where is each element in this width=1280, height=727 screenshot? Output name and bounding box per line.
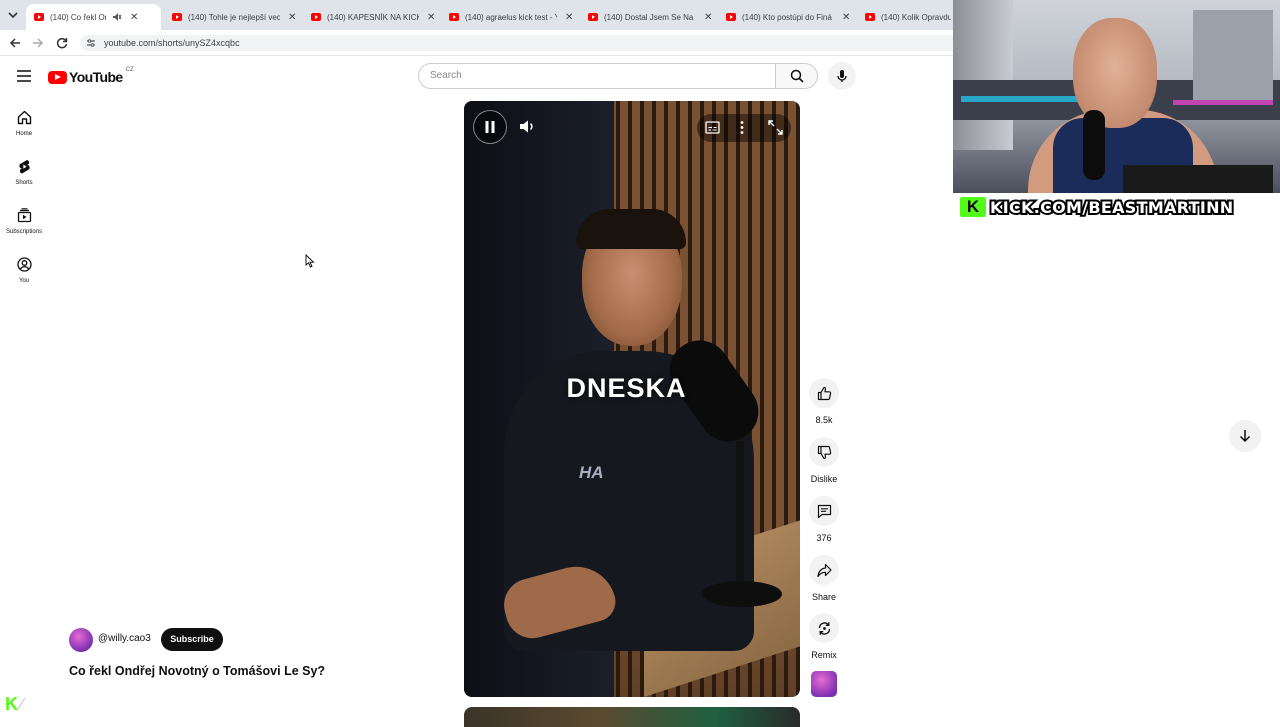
sidebar-item-label: You	[18, 278, 30, 284]
youtube-favicon-icon	[588, 13, 598, 21]
video-caption-overlay: DNESKA	[566, 373, 687, 403]
comment-count: 376	[816, 533, 832, 543]
tab-title: (140) agraelus kick test - Y	[465, 12, 557, 22]
pause-icon	[484, 120, 496, 134]
channel-name[interactable]: @willy.cao3	[98, 633, 151, 644]
kick-corner-badge: K ⁄	[5, 694, 23, 714]
microphone-icon	[836, 69, 848, 83]
kick-url: KICK.COM/BEASTMARTINN	[988, 196, 1235, 219]
tab-title: (140) KAPESNÍK NA KICKU	[327, 12, 419, 22]
country-code: CZ	[125, 67, 134, 73]
sidebar-item-shorts[interactable]: Shorts	[0, 159, 48, 186]
youtube-favicon-icon	[34, 13, 44, 21]
like-button[interactable]: 8.5k	[808, 378, 840, 425]
arrow-down-icon	[1238, 429, 1252, 443]
share-button[interactable]: Share	[808, 555, 840, 602]
channel-avatar[interactable]	[69, 628, 93, 652]
tab-audio-icon[interactable]	[112, 12, 122, 22]
kick-logo-icon: K	[960, 197, 986, 217]
tab-title: (140) Dostal Jsem Se Na S	[604, 12, 696, 22]
kick-badge-icon: K	[5, 694, 18, 714]
search-input[interactable]: Search	[418, 63, 776, 89]
sidebar-item-label: Home	[15, 131, 32, 137]
browser-tab[interactable]: (140) Co řekl Ondřej N ✕	[26, 4, 161, 30]
search-button[interactable]	[776, 63, 818, 89]
like-count: 8.5k	[815, 415, 833, 425]
tab-title: (140) Tohle je nejlepší vec	[188, 12, 280, 22]
fullscreen-icon[interactable]	[768, 120, 783, 135]
thumbs-down-icon	[817, 445, 832, 460]
captions-icon[interactable]	[705, 121, 720, 134]
comment-icon	[817, 504, 832, 519]
youtube-favicon-icon	[449, 13, 459, 21]
tab-close-icon[interactable]: ✕	[842, 12, 850, 23]
sidebar-item-label: Shorts	[15, 180, 33, 186]
url-field[interactable]: youtube.com/shorts/unySZ4xcqbc	[80, 35, 960, 51]
thumbs-up-icon	[817, 386, 832, 401]
youtube-favicon-icon	[172, 13, 182, 21]
tab-search-chevron-icon[interactable]	[6, 8, 20, 22]
comments-button[interactable]: 376	[808, 496, 840, 543]
short-video-player[interactable]: HA DNESKA	[464, 101, 800, 697]
tab-close-icon[interactable]: ✕	[704, 12, 712, 23]
browser-tab[interactable]: (140) KAPESNÍK NA KICKU ✕	[303, 4, 438, 30]
browser-tab[interactable]: (140) Kolik Opravdu V	[857, 4, 953, 30]
tab-title: (140) Kolik Opravdu V	[881, 12, 951, 22]
share-label: Share	[811, 592, 837, 602]
remix-label: Remix	[811, 650, 837, 660]
tab-close-icon[interactable]: ✕	[565, 12, 573, 23]
search-icon	[790, 69, 804, 83]
subscribe-button[interactable]: Subscribe	[161, 628, 223, 651]
back-arrow-icon[interactable]	[8, 36, 22, 50]
next-short-preview[interactable]	[464, 707, 800, 727]
forward-arrow-icon[interactable]	[31, 36, 45, 50]
tab-title: (140) Kto postúpi do Finá	[742, 12, 832, 22]
youtube-logo[interactable]: YouTube CZ	[48, 67, 134, 85]
kick-channel-banner: K KICK.COM/BEASTMARTINN	[960, 196, 1272, 219]
volume-button[interactable]	[519, 119, 536, 134]
tab-close-icon[interactable]: ✕	[130, 12, 138, 23]
remix-icon	[817, 621, 832, 636]
youtube-logo-text: YouTube	[69, 69, 123, 85]
subscriptions-icon	[17, 208, 32, 223]
browser-tab[interactable]: (140) agraelus kick test - Y ✕	[441, 4, 576, 30]
tab-close-icon[interactable]: ✕	[288, 12, 296, 23]
voice-search-button[interactable]	[828, 62, 856, 90]
youtube-logo-icon	[48, 70, 67, 84]
home-icon	[17, 110, 32, 125]
site-info-icon[interactable]	[86, 38, 96, 48]
browser-tab[interactable]: (140) Dostal Jsem Se Na S ✕	[580, 4, 715, 30]
you-icon	[16, 257, 32, 272]
short-title: Co řekl Ondřej Novotný o Tomášovi Le Sy?	[69, 664, 326, 678]
mouse-cursor-icon	[305, 254, 315, 268]
streamer-webcam	[953, 0, 1280, 193]
dislike-button[interactable]: Dislike	[808, 437, 840, 484]
menu-icon[interactable]	[17, 70, 31, 82]
tab-title: (140) Co řekl Ondřej N	[50, 12, 106, 22]
dislike-label: Dislike	[810, 474, 838, 484]
pause-button[interactable]	[473, 110, 507, 144]
sidebar-item-home[interactable]: Home	[0, 110, 48, 137]
shorts-icon	[18, 159, 31, 174]
remix-button[interactable]: Remix	[808, 613, 840, 660]
reload-icon[interactable]	[55, 36, 69, 50]
youtube-favicon-icon	[865, 13, 875, 21]
sound-avatar[interactable]	[811, 671, 837, 697]
more-options-icon[interactable]	[739, 120, 745, 135]
browser-tab[interactable]: (140) Tohle je nejlepší vec ✕	[164, 4, 299, 30]
sidebar-item-you[interactable]: You	[0, 257, 48, 284]
share-icon	[816, 563, 832, 578]
tab-close-icon[interactable]: ✕	[427, 12, 435, 23]
sidebar-item-subscriptions[interactable]: Subscriptions	[0, 208, 48, 235]
youtube-favicon-icon	[311, 13, 321, 21]
hoodie-text: HA	[579, 463, 604, 482]
next-video-button[interactable]	[1229, 420, 1261, 452]
sidebar-item-label: Subscriptions	[5, 229, 43, 235]
browser-tab[interactable]: (140) Kto postúpi do Finá ✕	[718, 4, 853, 30]
volume-icon	[519, 119, 536, 134]
youtube-favicon-icon	[726, 13, 736, 21]
